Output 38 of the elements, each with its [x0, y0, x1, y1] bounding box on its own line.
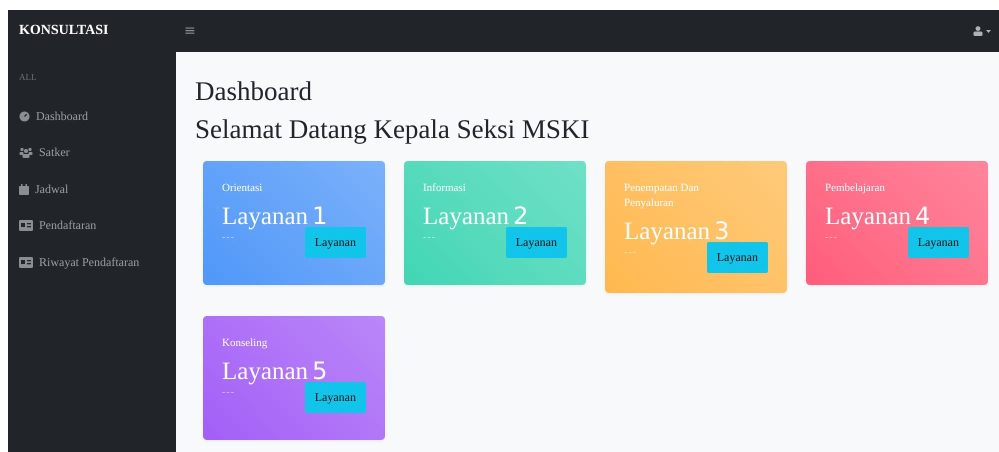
gauge-icon	[19, 110, 30, 122]
section-label: ALL	[18, 72, 38, 82]
caret-icon	[986, 30, 991, 32]
sidebar-item[interactable]: Riwayat Pendaftaran	[8, 244, 176, 280]
welcome-heading: Selamat Datang Kepala Seksi MSKI	[195, 113, 590, 146]
card-number: 5	[312, 357, 328, 385]
service-button[interactable]: Layanan	[304, 382, 366, 413]
menu-toggle[interactable]: ≡	[182, 23, 198, 39]
sidebar-item[interactable]: Jadwal	[8, 171, 176, 208]
card-number: 3	[714, 217, 730, 245]
service-button[interactable]: Layanan	[506, 227, 567, 258]
card-number: 1	[312, 202, 328, 230]
card-category: Pembelajaran	[825, 181, 886, 196]
page-title: Dashboard	[195, 75, 313, 108]
card-note: ---	[825, 232, 838, 243]
card-note: ---	[222, 387, 235, 398]
card-category: Informasi	[423, 181, 467, 196]
card-number: 4	[915, 202, 930, 230]
id-card-icon	[19, 220, 33, 232]
card-note: ---	[624, 247, 637, 258]
card-category: Konseling	[222, 336, 268, 351]
users-icon	[19, 147, 33, 158]
card-note: ---	[222, 232, 235, 243]
card-note: ---	[423, 232, 436, 243]
service-button[interactable]: Layanan	[706, 242, 768, 273]
service-button[interactable]: Layanan	[908, 227, 969, 258]
sidebar-item[interactable]: Pendaftaran	[8, 208, 176, 244]
brand-title: KONSULTASI	[18, 23, 110, 39]
calendar-icon	[19, 184, 29, 195]
sidebar-item[interactable]: Dashboard	[8, 98, 176, 134]
id-card-icon	[19, 256, 33, 268]
card-number: 2	[513, 202, 528, 230]
service-button[interactable]: Layanan	[304, 227, 366, 258]
sidebar-item[interactable]: Satker	[8, 134, 176, 171]
user-icon	[973, 26, 983, 36]
card-category: Penempatan Dan Penyaluran	[624, 181, 700, 211]
user-menu-button[interactable]	[971, 24, 993, 38]
card-category: Orientasi	[222, 181, 264, 196]
